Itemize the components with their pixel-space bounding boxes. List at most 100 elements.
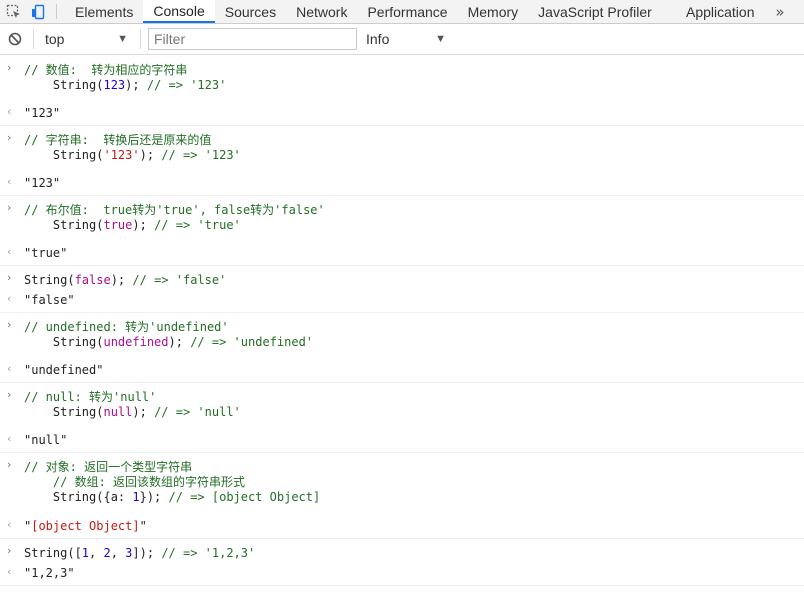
console-input-entry[interactable]: › // 字符串: 转换后还是原来的值 String('123'); // => … [0,126,804,172]
result-value: "false" [24,293,75,307]
code-line: String('123'); // => '123' [24,148,804,163]
console-input-entry[interactable]: › // null: 转为'null' String(null); // => '… [0,383,804,429]
code-token: // => '123' [161,148,241,162]
code-token: String( [24,273,75,287]
input-prompt-icon: › [7,271,12,284]
code-token: '123' [103,148,140,162]
tab-performance[interactable]: Performance [357,0,457,23]
code-token: String([ [24,546,82,560]
devtools-tabbar: Elements Console Sources Network Perform… [0,0,804,24]
filter-input[interactable] [148,28,357,50]
console-result-entry[interactable]: ‹ "undefined" [0,359,804,383]
code-token: ); [139,148,162,162]
result-value: "1,2,3" [24,566,75,580]
result-arrow-icon: ‹ [7,432,12,445]
code-line: // null: 转为'null' [24,390,804,405]
code-line: // 布尔值: true转为'true', false转为'false' [24,203,804,218]
context-selector[interactable]: top ▼ [38,28,134,50]
code-line: // 字符串: 转换后还是原来的值 [24,133,804,148]
code-line: String(undefined); // => 'undefined' [24,335,804,350]
result-value: "null" [24,433,68,447]
tab-javascript-profiler[interactable]: JavaScript Profiler [528,0,662,23]
input-prompt-icon: › [7,544,12,557]
clear-console-icon[interactable] [8,32,22,46]
code-line: String(false); // => 'false' [24,273,804,288]
code-token: ); [132,218,155,232]
console-input-entry[interactable]: › String([1, 2, 3]); // => '1,2,3' [0,539,804,562]
code-token: // => [object Object] [168,490,321,504]
code-token: // null: 转为'null' [24,390,157,404]
input-prompt-icon: › [7,388,12,401]
result-arrow-icon: ‹ [7,565,12,578]
code-line: // undefined: 转为'undefined' [24,320,804,335]
code-line: String([1, 2, 3]); // => '1,2,3' [24,546,804,561]
console-result-entry[interactable]: ‹ "123" [0,102,804,126]
code-line: String(123); // => '123' [24,78,804,93]
code-token: String( [24,148,104,162]
code-token: // => '1,2,3' [161,546,256,560]
tab-elements[interactable]: Elements [65,0,143,23]
code-token: ); [168,335,191,349]
result-arrow-icon: ‹ [7,362,12,375]
context-selector-value: top [45,31,65,47]
console-input-entry[interactable]: › // 对象: 返回一个类型字符串 // 数组: 返回该数组的字符串形式 Str… [0,453,804,515]
tab-network[interactable]: Network [286,0,357,23]
result-value: "123" [24,106,61,120]
input-prompt-icon: › [7,318,12,331]
code-token: ); [132,405,155,419]
result-value: "[object Object]" [24,519,147,533]
console-input-entry[interactable]: › // 布尔值: true转为'true', false转为'false' St… [0,196,804,242]
result-value: "true" [24,246,68,260]
code-token: String( [24,218,104,232]
code-token: }); [139,490,169,504]
console-messages: ›// 数值: 转为相应的字符串 String(123); // => '123… [0,56,804,594]
input-prompt-icon: › [7,61,12,74]
code-token: // => 'null' [154,405,241,419]
code-token: String( [24,335,104,349]
log-level-selector[interactable]: Info ▼ [360,28,452,50]
code-line: // 对象: 返回一个类型字符串 [24,460,804,475]
log-level-value: Info [366,31,390,47]
console-result-entry[interactable]: ‹ "null" [0,429,804,453]
code-token: // undefined: 转为'undefined' [24,320,229,334]
tab-application[interactable]: Application [676,0,765,23]
code-token: null [103,405,133,419]
console-result-entry[interactable]: ‹ "false" [0,289,804,313]
result-arrow-icon: ‹ [7,518,12,531]
inspect-element-icon[interactable] [0,0,28,23]
code-token: , [89,546,104,560]
code-token: // 字符串: 转换后还是原来的值 [24,133,212,147]
result-arrow-icon: ‹ [7,245,12,258]
code-token: String( [24,405,104,419]
code-line: String({a: 1}); // => [object Object] [24,490,804,505]
device-toolbar-icon[interactable] [28,0,50,23]
code-line: // 数组: 返回该数组的字符串形式 [24,475,804,490]
tab-console[interactable]: Console [143,0,215,23]
console-input-entry[interactable]: › String(false); // => 'false' [0,266,804,289]
result-value: "undefined" [24,363,104,377]
console-result-entry[interactable]: ‹ "true" [0,242,804,266]
console-input-entry[interactable]: › // 数值: 转为相应的字符串 String(123); // => '123… [0,56,804,102]
console-result-entry[interactable]: ‹ "[object Object]" [0,515,804,539]
tab-memory[interactable]: Memory [458,0,529,23]
code-token: ]); [132,546,162,560]
input-prompt-icon: › [7,458,12,471]
result-arrow-icon: ‹ [7,175,12,188]
dropdown-arrow-icon: ▼ [435,33,446,45]
code-line: String(true); // => 'true' [24,218,804,233]
filterbar-divider [140,29,141,49]
more-tabs-icon[interactable]: » [770,0,790,23]
code-token: ); [125,78,147,92]
code-token: String( [24,78,104,92]
code-token: ); [110,273,133,287]
code-token: // 数组: 返回该数组的字符串形式 [24,475,246,489]
code-token: String({a: [24,490,133,504]
console-result-entry[interactable]: ‹ "123" [0,172,804,196]
code-token: // => 'false' [132,273,227,287]
code-token: // => 'undefined' [190,335,314,349]
console-input-entry[interactable]: › // undefined: 转为'undefined' String(unde… [0,313,804,359]
console-result-entry[interactable]: ‹ "1,2,3" [0,562,804,586]
code-token: false [74,273,111,287]
code-token: 2 [103,546,111,560]
tab-sources[interactable]: Sources [215,0,286,23]
